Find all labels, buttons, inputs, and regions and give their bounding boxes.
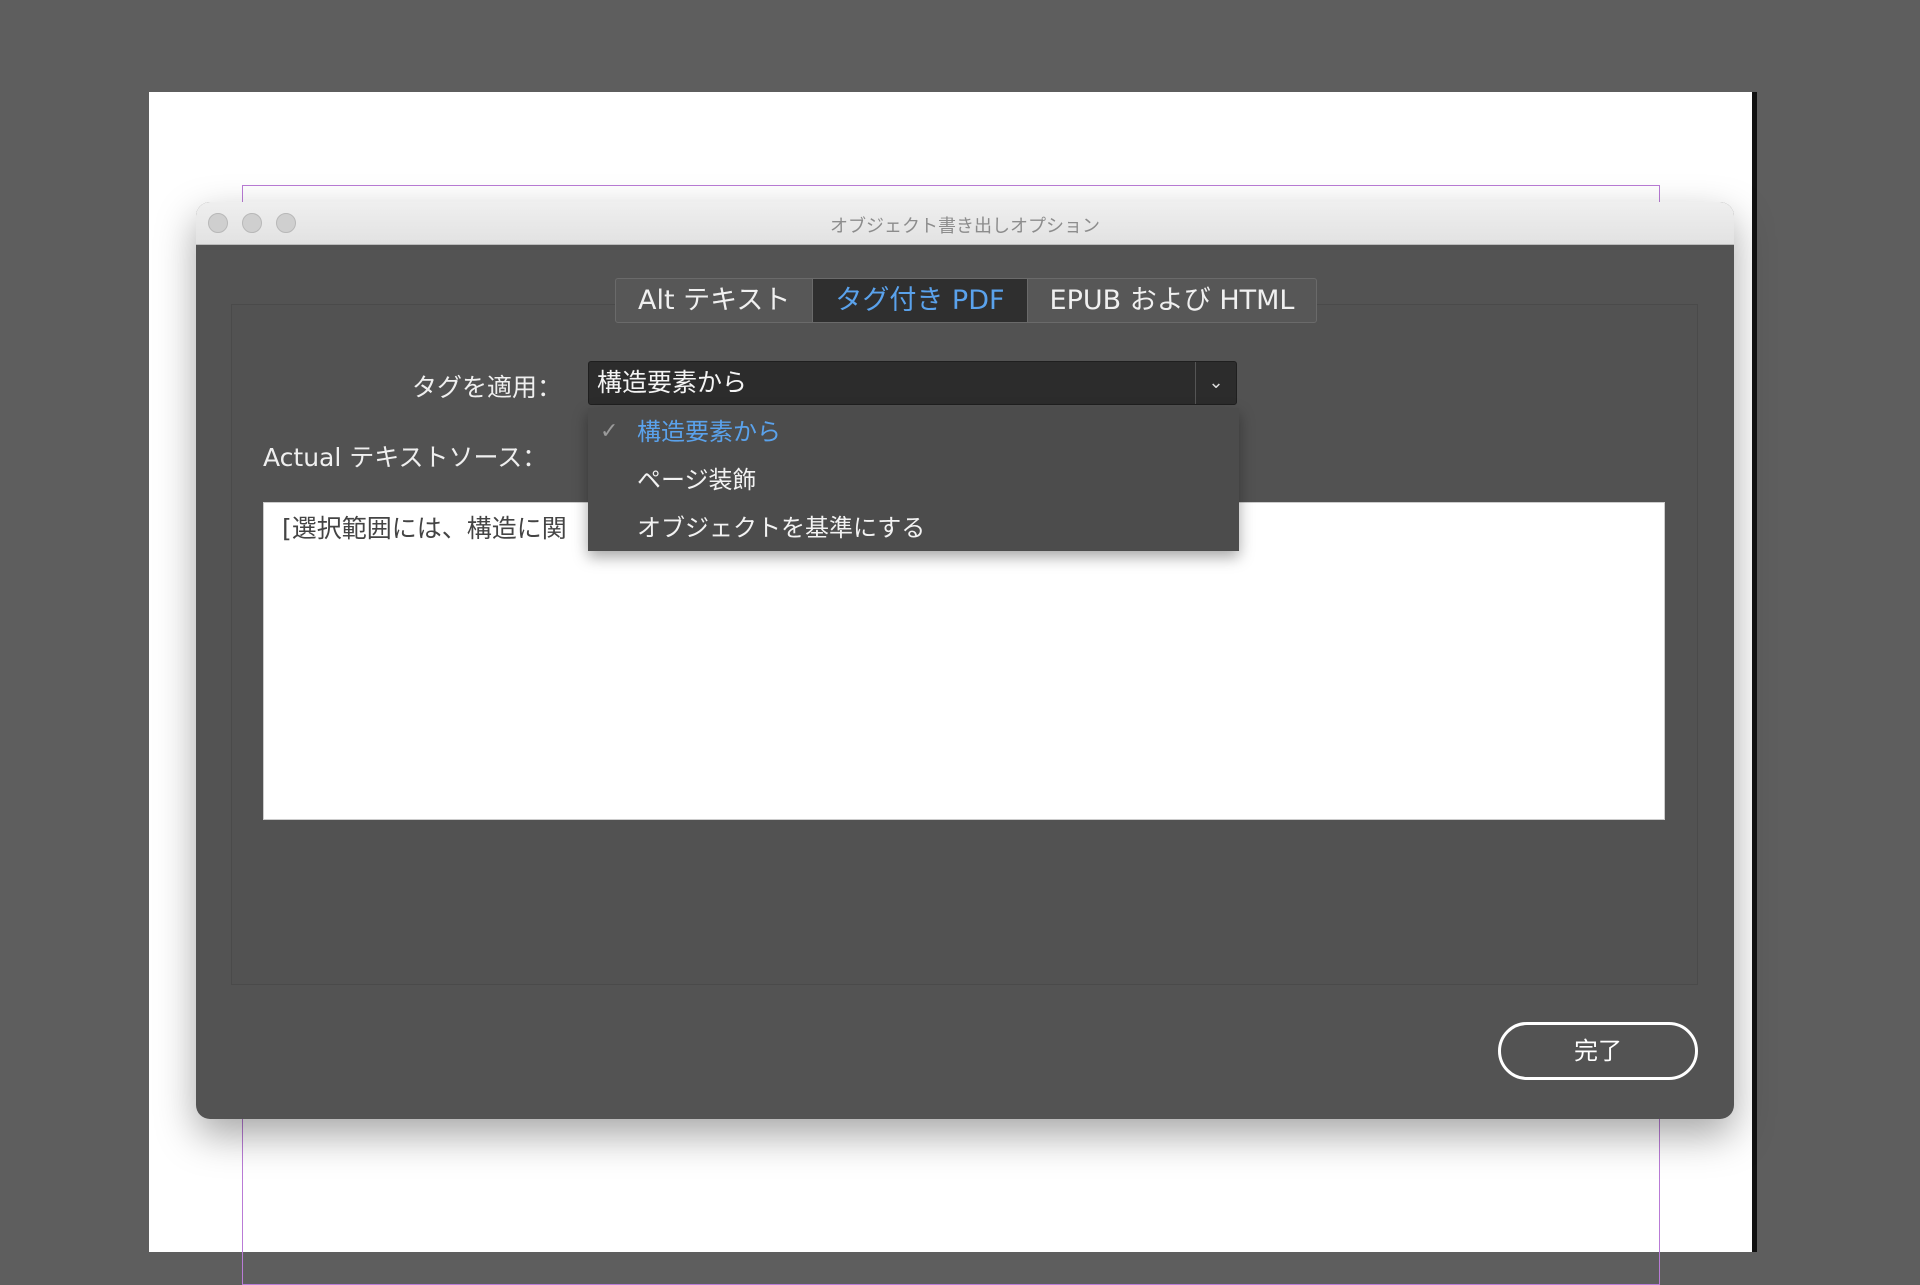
tab-tagged-pdf[interactable]: タグ付き PDF: [813, 279, 1027, 322]
menu-item-structure[interactable]: ✓ 構造要素から: [588, 409, 1239, 455]
checkmark-icon: ✓: [600, 409, 618, 455]
tab-alt-text[interactable]: Alt テキスト: [616, 279, 813, 322]
apply-tag-value: 構造要素から: [597, 368, 747, 397]
title-bar[interactable]: オブジェクト書き出しオプション: [196, 202, 1734, 245]
tab-epub-html[interactable]: EPUB および HTML: [1028, 279, 1317, 322]
chevron-down-icon[interactable]: ⌄: [1195, 362, 1236, 404]
menu-item-page-decoration[interactable]: ページ装飾: [588, 457, 1239, 503]
menu-item-label: 構造要素から: [637, 418, 781, 446]
menu-item-object-based[interactable]: オブジェクトを基準にする: [588, 505, 1239, 551]
tab-bar: Alt テキスト タグ付き PDF EPUB および HTML: [615, 278, 1317, 323]
apply-tag-label: タグを適用：: [412, 368, 562, 404]
actual-text-source-label: Actual テキストソース：: [263, 438, 547, 474]
apply-tag-dropdown-menu: ✓ 構造要素から ページ装飾 オブジェクトを基準にする: [588, 408, 1239, 551]
object-export-options-dialog: オブジェクト書き出しオプション Alt テキスト タグ付き PDF EPUB お…: [196, 202, 1734, 1119]
dialog-title: オブジェクト書き出しオプション: [196, 212, 1734, 238]
apply-tag-select[interactable]: 構造要素から ⌄: [588, 361, 1237, 405]
done-button[interactable]: 完了: [1498, 1022, 1698, 1080]
